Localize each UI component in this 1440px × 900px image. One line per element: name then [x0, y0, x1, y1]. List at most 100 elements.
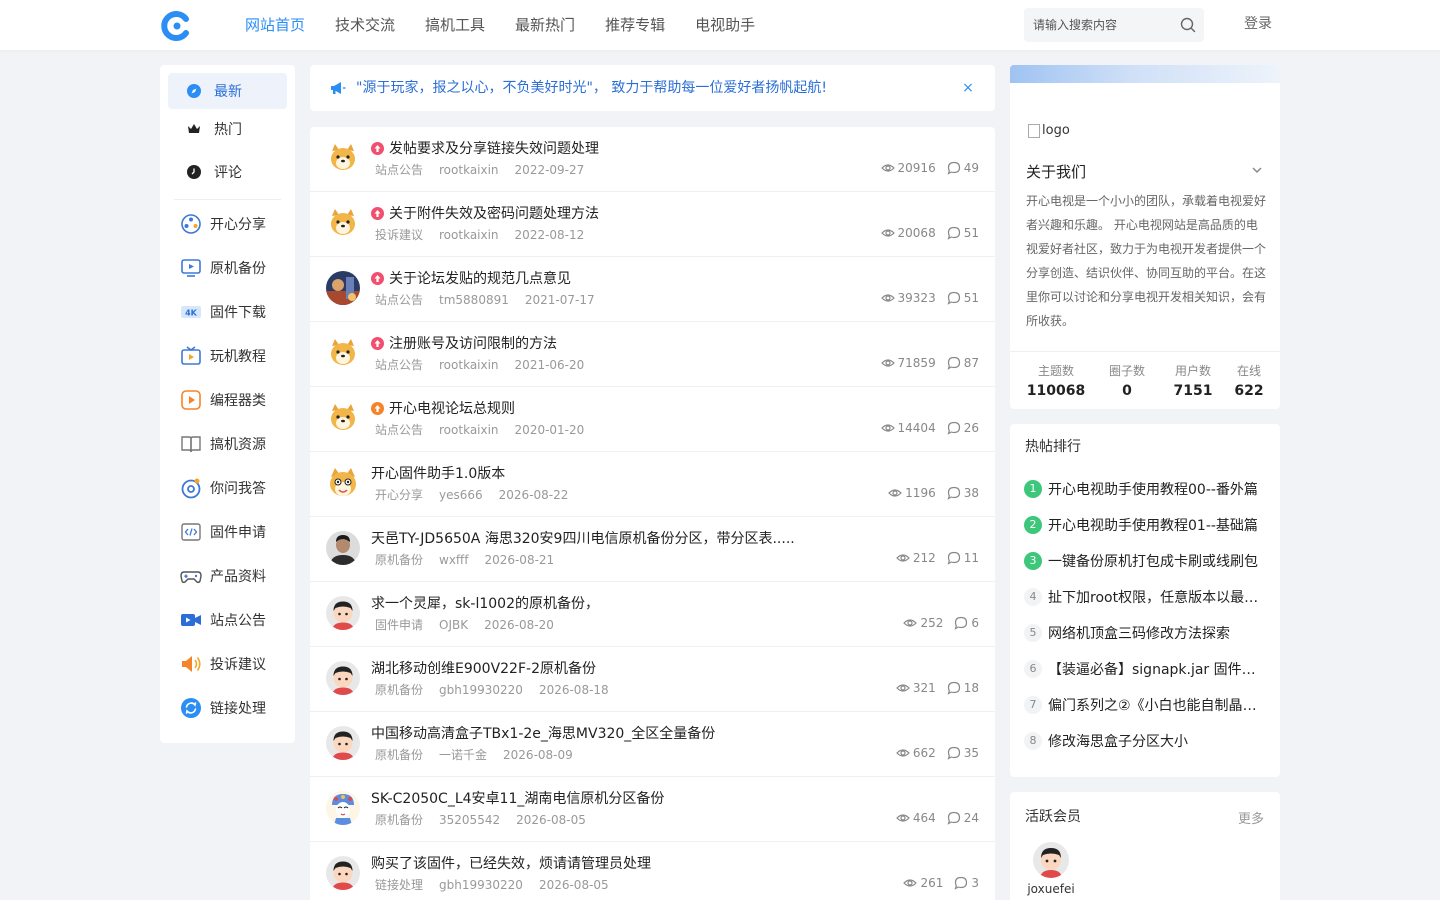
close-icon[interactable]: ×: [961, 79, 975, 97]
thread-category[interactable]: 站点公告: [375, 163, 423, 177]
thread-author[interactable]: gbh19930220: [439, 878, 523, 892]
avatar[interactable]: [326, 271, 360, 305]
sidebar-item-latest[interactable]: 最新: [168, 73, 287, 109]
thread-category[interactable]: 原机备份: [375, 683, 423, 697]
thread-author[interactable]: 35205542: [439, 813, 500, 827]
thread-row[interactable]: SK-C2050C_L4安卓11_湖南电信原机分区备份 原机备份 35205542 2…: [310, 777, 995, 842]
play-icon: [180, 389, 202, 411]
thread-author[interactable]: gbh19930220: [439, 683, 523, 697]
thread-title[interactable]: 注册账号及访问限制的方法: [371, 333, 557, 353]
sidebar-item-comments[interactable]: 评论: [168, 154, 287, 190]
thread-title[interactable]: 开心电视论坛总规则: [371, 398, 515, 418]
hot-thread-item[interactable]: 2 开心电视助手使用教程01--基础篇: [1024, 512, 1266, 538]
nav-tools[interactable]: 搞机工具: [410, 0, 500, 50]
thread-row[interactable]: 注册账号及访问限制的方法 站点公告 rootkaixin 2021-06-20 7185…: [310, 322, 995, 387]
thread-title[interactable]: 天邑TY-JD5650A 海思320安9四川电信原机备份分区，带分区表.....: [371, 528, 795, 548]
avatar[interactable]: [326, 661, 360, 695]
thread-row[interactable]: 求一个灵犀，sk-l1002的原机备份， 固件申请 OJBK 2026-08-20 25…: [310, 582, 995, 647]
sidebar-item-links[interactable]: 链接处理: [168, 690, 287, 726]
hot-thread-item[interactable]: 4 扯下加root权限，任意版本以最新版: [1024, 584, 1266, 610]
thread-category[interactable]: 投诉建议: [375, 228, 423, 242]
sidebar-item-resources[interactable]: 搞机资源: [168, 426, 287, 462]
hot-thread-item[interactable]: 8 修改海思盒子分区大小: [1024, 728, 1266, 754]
avatar[interactable]: [326, 596, 360, 630]
avatar[interactable]: [326, 466, 360, 500]
hot-thread-item[interactable]: 6 【装逼必备】signapk.jar 固件签名: [1024, 656, 1266, 682]
thread-author[interactable]: OJBK: [439, 618, 468, 632]
avatar[interactable]: [326, 726, 360, 760]
hot-thread-item[interactable]: 7 偏门系列之②《小白也能自制晶晨固件》: [1024, 692, 1266, 718]
search-icon[interactable]: [1180, 17, 1196, 33]
thread-title[interactable]: 求一个灵犀，sk-l1002的原机备份，: [371, 593, 599, 613]
nav-home[interactable]: 网站首页: [230, 0, 320, 50]
search-input[interactable]: [1024, 8, 1164, 42]
thread-title[interactable]: 湖北移动创维E900V22F-2原机备份: [371, 658, 596, 678]
avatar[interactable]: [326, 401, 360, 435]
thread-category[interactable]: 原机备份: [375, 748, 423, 762]
thread-row[interactable]: 关于论坛发贴的规范几点意见 站点公告 tm5880891 2021-07-17 3932…: [310, 257, 995, 322]
nav-latest-hot[interactable]: 最新热门: [500, 0, 590, 50]
sidebar-item-hot[interactable]: 热门: [168, 111, 287, 147]
thread-title[interactable]: 关于论坛发贴的规范几点意见: [371, 268, 571, 288]
sidebar-item-qa[interactable]: 你问我答: [168, 470, 287, 506]
sidebar-item-firmware[interactable]: 4K 固件下载: [168, 294, 287, 330]
avatar[interactable]: [326, 141, 360, 175]
thread-author[interactable]: rootkaixin: [439, 358, 499, 372]
sidebar-item-products[interactable]: 产品资料: [168, 558, 287, 594]
chevron-down-icon[interactable]: [1250, 163, 1264, 177]
sidebar-item-programmer[interactable]: 编程器类: [168, 382, 287, 418]
avatar[interactable]: [326, 791, 360, 825]
thread-title[interactable]: 中国移动高清盒子TBx1-2e_海思MV320_全区全量备份: [371, 723, 715, 743]
avatar[interactable]: [326, 856, 360, 890]
thread-title[interactable]: SK-C2050C_L4安卓11_湖南电信原机分区备份: [371, 788, 664, 808]
avatar[interactable]: [326, 336, 360, 370]
thread-row[interactable]: 中国移动高清盒子TBx1-2e_海思MV320_全区全量备份 原机备份 一诺千金 20…: [310, 712, 995, 777]
thread-category[interactable]: 站点公告: [375, 293, 423, 307]
thread-title[interactable]: 购买了该固件，已经失效，烦请请管理员处理: [371, 853, 651, 873]
thread-title[interactable]: 发帖要求及分享链接失效问题处理: [371, 138, 599, 158]
sidebar-item-tutorial[interactable]: 玩机教程: [168, 338, 287, 374]
thread-author[interactable]: rootkaixin: [439, 423, 499, 437]
thread-category[interactable]: 站点公告: [375, 423, 423, 437]
hot-thread-item[interactable]: 1 开心电视助手使用教程00--番外篇: [1024, 476, 1266, 502]
site-logo-icon[interactable]: [161, 11, 191, 41]
thread-author[interactable]: yes666: [439, 488, 483, 502]
thread-title[interactable]: 开心固件助手1.0版本: [371, 463, 505, 483]
avatar[interactable]: [326, 531, 360, 565]
thread-author[interactable]: wxfff: [439, 553, 468, 567]
thread-author[interactable]: tm5880891: [439, 293, 509, 307]
login-link[interactable]: 登录: [1244, 0, 1272, 50]
thread-category[interactable]: 原机备份: [375, 553, 423, 567]
thread-category[interactable]: 固件申请: [375, 618, 423, 632]
thread-row[interactable]: 关于附件失效及密码问题处理方法 投诉建议 rootkaixin 2022-08-12 2…: [310, 192, 995, 257]
thread-category[interactable]: 站点公告: [375, 358, 423, 372]
sidebar-item-backup[interactable]: 原机备份: [168, 250, 287, 286]
member-item[interactable]: joxuefei: [1026, 842, 1076, 896]
thread-author[interactable]: rootkaixin: [439, 163, 499, 177]
thread-category[interactable]: 链接处理: [375, 878, 423, 892]
nav-tech[interactable]: 技术交流: [320, 0, 410, 50]
thread-category[interactable]: 原机备份: [375, 813, 423, 827]
thread-author[interactable]: 一诺千金: [439, 748, 487, 762]
thread-title[interactable]: 关于附件失效及密码问题处理方法: [371, 203, 599, 223]
thread-row[interactable]: 发帖要求及分享链接失效问题处理 站点公告 rootkaixin 2022-09-27 2…: [310, 127, 995, 192]
avatar[interactable]: [326, 206, 360, 240]
more-link[interactable]: 更多: [1238, 808, 1264, 827]
sidebar-item-share[interactable]: 开心分享: [168, 206, 287, 242]
sidebar-item-request[interactable]: 固件申请: [168, 514, 287, 550]
nav-albums[interactable]: 推荐专辑: [590, 0, 680, 50]
hot-thread-item[interactable]: 5 网络机顶盒三码修改方法探索: [1024, 620, 1266, 646]
thread-row[interactable]: 天邑TY-JD5650A 海思320安9四川电信原机备份分区，带分区表.....…: [310, 517, 995, 582]
thread-row[interactable]: 购买了该固件，已经失效，烦请请管理员处理 链接处理 gbh19930220 2026-…: [310, 842, 995, 900]
sidebar-item-announcement[interactable]: 站点公告: [168, 602, 287, 638]
sidebar-item-complaints[interactable]: 投诉建议: [168, 646, 287, 682]
thread-row[interactable]: 开心电视论坛总规则 站点公告 rootkaixin 2020-01-20 14404 26: [310, 387, 995, 452]
thread-category[interactable]: 开心分享: [375, 488, 423, 502]
thread-row[interactable]: 湖北移动创维E900V22F-2原机备份 原机备份 gbh19930220 2026-…: [310, 647, 995, 712]
thread-row[interactable]: 开心固件助手1.0版本 开心分享 yes666 2026-08-22 1196 38: [310, 452, 995, 517]
nav-tv-helper[interactable]: 电视助手: [680, 0, 770, 50]
comment-icon: [947, 291, 964, 305]
eye-icon: [880, 226, 898, 240]
hot-thread-item[interactable]: 3 一键备份原机打包成卡刷或线刷包: [1024, 548, 1266, 574]
thread-author[interactable]: rootkaixin: [439, 228, 499, 242]
